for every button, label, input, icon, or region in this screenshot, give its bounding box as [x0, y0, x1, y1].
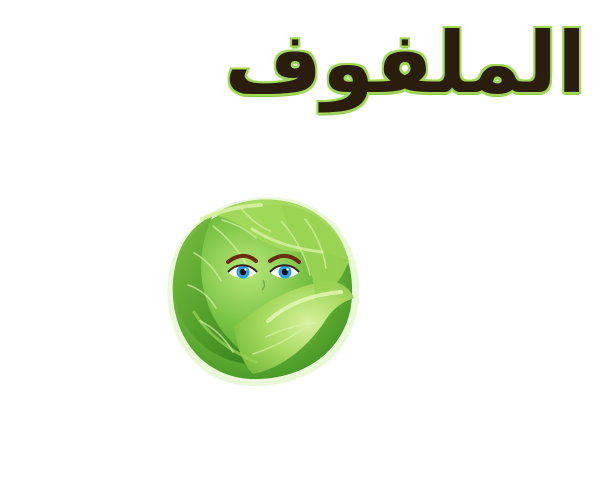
page-title: الملفوف	[222, 12, 588, 114]
cabbage-icon	[167, 197, 360, 387]
cabbage-illustration	[150, 184, 370, 394]
page: الملفوف	[0, 0, 600, 500]
